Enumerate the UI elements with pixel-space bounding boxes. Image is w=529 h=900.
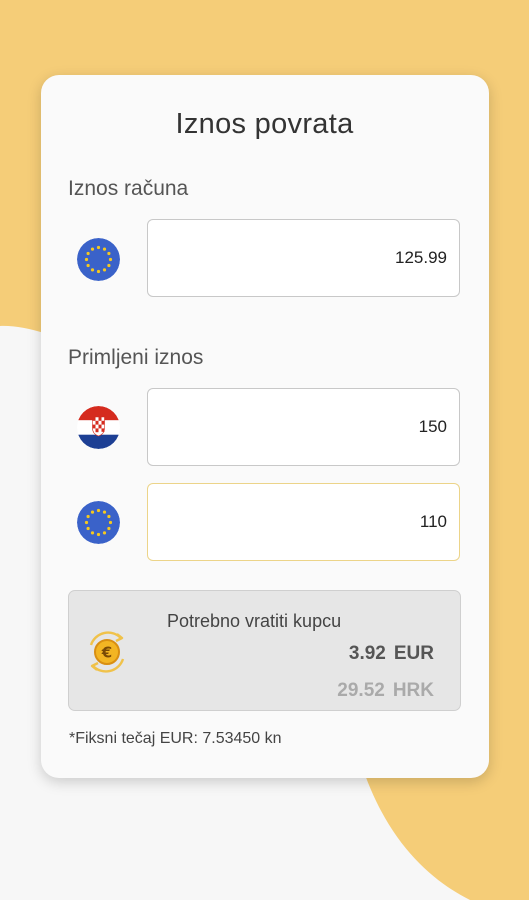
change-eur: 3.92 EUR [349,643,434,665]
received-hrk-input[interactable] [167,389,447,465]
croatia-flag-icon [77,406,120,449]
change-eur-amount: 3.92 [348,643,386,664]
received-amount-label: Primljeni iznos [68,346,204,369]
bill-amount-label: Iznos računa [68,177,189,200]
page-title: Iznos povrata [175,108,354,140]
received-eur-field[interactable] [147,483,460,561]
bill-amount-field[interactable] [147,219,460,297]
eu-flag-icon [77,238,120,281]
change-hrk: 29.52 HRK [337,680,434,702]
change-title: Potrebno vratiti kupcu [167,611,342,631]
eu-flag-icon [77,501,120,544]
change-result-box: € Potrebno vratiti kupcu 3.92 EUR 29.52 HR… [68,590,461,711]
svg-text:€: € [101,644,112,662]
euro-coin-exchange-icon: € [83,629,131,680]
received-eur-input[interactable] [167,484,447,560]
change-eur-code: EUR [393,643,434,664]
exchange-rate-footnote: *Fiksni tečaj EUR: 7.53450 kn [69,730,282,747]
change-hrk-amount: 29.52 [337,680,385,701]
change-hrk-code: HRK [392,680,434,701]
bill-amount-input[interactable] [167,220,447,296]
received-hrk-field[interactable] [147,388,460,466]
